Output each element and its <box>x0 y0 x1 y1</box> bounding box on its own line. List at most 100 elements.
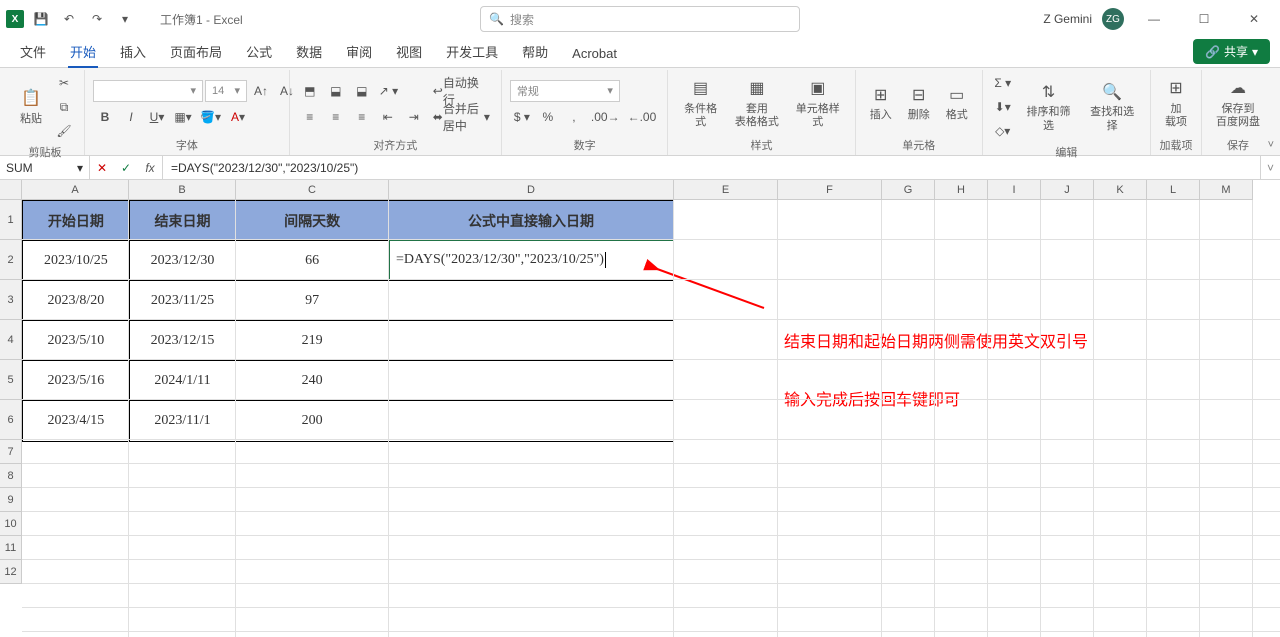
table-header-cell[interactable]: 结束日期 <box>130 201 237 241</box>
qat-save-button[interactable]: 💾 <box>30 8 52 30</box>
qat-customize-button[interactable]: ▾ <box>114 8 136 30</box>
col-header-B[interactable]: B <box>129 180 236 200</box>
search-box[interactable]: 🔍 搜索 <box>480 6 800 32</box>
tab-页面布局[interactable]: 页面布局 <box>160 36 232 67</box>
table-header-cell[interactable]: 间隔天数 <box>236 201 389 241</box>
clear-button[interactable]: ◇ ▾ <box>991 120 1015 142</box>
tab-插入[interactable]: 插入 <box>110 36 156 67</box>
row-header-11[interactable]: 11 <box>0 536 22 560</box>
confirm-formula-button[interactable]: ✓ <box>114 161 138 175</box>
percent-button[interactable]: % <box>536 106 560 128</box>
table-cell[interactable]: 2023/4/15 <box>23 401 130 441</box>
number-format-selector[interactable]: 常规▾ <box>510 80 620 102</box>
table-cell[interactable]: 2023/12/30 <box>130 241 237 281</box>
col-header-C[interactable]: C <box>236 180 389 200</box>
table-cell[interactable] <box>389 401 673 441</box>
insert-cells-button[interactable]: ⊞插入 <box>864 80 898 126</box>
align-middle-button[interactable]: ⬓ <box>324 80 348 102</box>
user-name[interactable]: Z Gemini <box>1043 12 1092 26</box>
save-baidu-button[interactable]: ☁保存到 百度网盘 <box>1210 74 1266 133</box>
spreadsheet-grid[interactable]: ABCDEFGHIJKLM 123456789101112 开始日期结束日期间隔… <box>0 180 1280 637</box>
col-header-I[interactable]: I <box>988 180 1041 200</box>
font-color-button[interactable]: A ▾ <box>226 106 250 128</box>
row-header-1[interactable]: 1 <box>0 200 22 240</box>
table-cell[interactable]: 2023/11/1 <box>130 401 237 441</box>
addins-button[interactable]: ⊞加 载项 <box>1159 74 1193 133</box>
increase-indent-button[interactable]: ⇥ <box>402 106 426 128</box>
table-cell[interactable] <box>389 361 673 401</box>
align-bottom-button[interactable]: ⬓ <box>350 80 374 102</box>
row-header-10[interactable]: 10 <box>0 512 22 536</box>
col-header-D[interactable]: D <box>389 180 674 200</box>
font-size-selector[interactable]: 14▾ <box>205 80 247 102</box>
col-header-M[interactable]: M <box>1200 180 1253 200</box>
tab-开始[interactable]: 开始 <box>60 36 106 67</box>
align-right-button[interactable]: ≡ <box>350 106 374 128</box>
row-header-2[interactable]: 2 <box>0 240 22 280</box>
table-cell[interactable]: 66 <box>236 241 389 281</box>
col-header-J[interactable]: J <box>1041 180 1094 200</box>
italic-button[interactable]: I <box>119 106 143 128</box>
close-button[interactable]: ✕ <box>1234 4 1274 34</box>
wrap-text-button[interactable]: ↩ 自动换行 <box>430 80 493 102</box>
row-header-7[interactable]: 7 <box>0 440 22 464</box>
col-header-K[interactable]: K <box>1094 180 1147 200</box>
col-header-H[interactable]: H <box>935 180 988 200</box>
copy-button[interactable]: ⧉ <box>52 96 76 118</box>
col-header-G[interactable]: G <box>882 180 935 200</box>
table-header-cell[interactable]: 公式中直接输入日期 <box>389 201 673 241</box>
align-left-button[interactable]: ≡ <box>298 106 322 128</box>
tab-Acrobat[interactable]: Acrobat <box>562 40 627 67</box>
tab-文件[interactable]: 文件 <box>10 36 56 67</box>
tab-公式[interactable]: 公式 <box>236 36 282 67</box>
format-as-table-button[interactable]: ▦套用 表格格式 <box>729 74 785 133</box>
table-cell[interactable] <box>389 281 673 321</box>
expand-formula-bar-button[interactable]: ˅ <box>1260 156 1280 179</box>
increase-decimal-button[interactable]: .00→ <box>588 106 623 128</box>
table-cell[interactable] <box>389 321 673 361</box>
row-header-9[interactable]: 9 <box>0 488 22 512</box>
active-editing-cell[interactable]: =DAYS("2023/12/30","2023/10/25") <box>389 240 674 280</box>
decrease-decimal-button[interactable]: ←.00 <box>625 106 660 128</box>
underline-button[interactable]: U ▾ <box>145 106 169 128</box>
table-header-cell[interactable]: 开始日期 <box>23 201 130 241</box>
select-all-corner[interactable] <box>0 180 22 200</box>
fill-color-button[interactable]: 🪣 ▾ <box>197 106 224 128</box>
row-header-6[interactable]: 6 <box>0 400 22 440</box>
align-center-button[interactable]: ≡ <box>324 106 348 128</box>
collapse-ribbon-button[interactable]: ˅ <box>1268 139 1274 151</box>
qat-undo-button[interactable]: ↶ <box>58 8 80 30</box>
insert-function-button[interactable]: fx <box>138 161 162 175</box>
table-cell[interactable]: 2023/5/10 <box>23 321 130 361</box>
format-painter-button[interactable]: 🖌 <box>52 120 76 142</box>
cancel-formula-button[interactable]: ✕ <box>90 161 114 175</box>
col-header-E[interactable]: E <box>674 180 778 200</box>
autosum-button[interactable]: Σ ▾ <box>991 72 1015 94</box>
font-family-selector[interactable]: ▾ <box>93 80 203 102</box>
decrease-indent-button[interactable]: ⇤ <box>376 106 400 128</box>
maximize-button[interactable]: ☐ <box>1184 4 1224 34</box>
cell-styles-button[interactable]: ▣单元格样式 <box>789 74 847 133</box>
table-cell[interactable]: 2023/5/16 <box>23 361 130 401</box>
qat-redo-button[interactable]: ↷ <box>86 8 108 30</box>
tab-开发工具[interactable]: 开发工具 <box>436 36 508 67</box>
table-cell[interactable]: 2023/11/25 <box>130 281 237 321</box>
border-button[interactable]: ▦ ▾ <box>171 106 195 128</box>
row-header-5[interactable]: 5 <box>0 360 22 400</box>
tab-帮助[interactable]: 帮助 <box>512 36 558 67</box>
bold-button[interactable]: B <box>93 106 117 128</box>
row-header-4[interactable]: 4 <box>0 320 22 360</box>
table-cell[interactable]: 2023/8/20 <box>23 281 130 321</box>
user-avatar[interactable]: ZG <box>1102 8 1124 30</box>
table-cell[interactable]: 97 <box>236 281 389 321</box>
find-select-button[interactable]: 🔍查找和选择 <box>1082 77 1142 136</box>
tab-视图[interactable]: 视图 <box>386 36 432 67</box>
increase-font-button[interactable]: A↑ <box>249 80 273 102</box>
tab-审阅[interactable]: 审阅 <box>336 36 382 67</box>
orientation-button[interactable]: ↗ ▾ <box>376 80 401 102</box>
table-cell[interactable]: 2024/1/11 <box>130 361 237 401</box>
conditional-format-button[interactable]: ▤条件格式 <box>676 74 725 133</box>
table-cell[interactable]: 2023/10/25 <box>23 241 130 281</box>
col-header-L[interactable]: L <box>1147 180 1200 200</box>
delete-cells-button[interactable]: ⊟删除 <box>902 80 936 126</box>
